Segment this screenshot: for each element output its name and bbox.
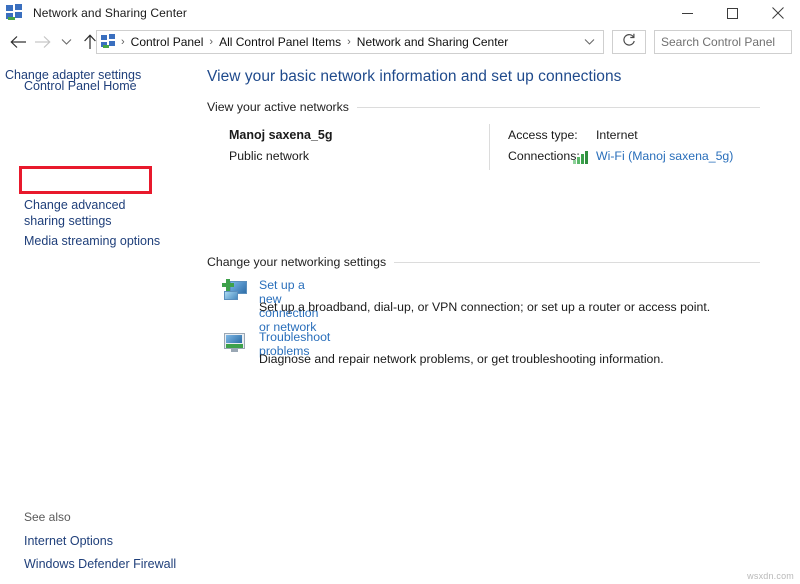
network-divider xyxy=(489,124,490,170)
back-arrow-icon[interactable] xyxy=(6,28,30,56)
refresh-icon xyxy=(622,33,636,52)
section-rule xyxy=(356,106,760,108)
troubleshoot-problems-description: Diagnose and repair network problems, or… xyxy=(259,352,664,366)
connections-label: Connections: xyxy=(508,149,580,163)
section-rule xyxy=(394,261,760,263)
breadcrumb-separator: › xyxy=(347,36,351,48)
breadcrumb-separator: › xyxy=(121,36,125,48)
window-title: Network and Sharing Center xyxy=(33,6,188,20)
set-up-new-connection-description: Set up a broadband, dial-up, or VPN conn… xyxy=(259,300,711,314)
connections-link[interactable]: Wi-Fi (Manoj saxena_5g) xyxy=(596,149,733,163)
watermark: wsxdn.com xyxy=(747,571,794,581)
address-bar-network-icon xyxy=(101,34,117,50)
access-type-value: Internet xyxy=(596,128,638,142)
sidebar-item-windows-defender-firewall[interactable]: Windows Defender Firewall xyxy=(0,556,176,572)
wifi-signal-icon xyxy=(573,151,590,164)
sidebar-item-internet-options[interactable]: Internet Options xyxy=(0,533,113,549)
troubleshoot-icon xyxy=(222,330,248,356)
sidebar-item-change-adapter-settings[interactable]: Change adapter settings xyxy=(2,67,141,83)
breadcrumb-separator: › xyxy=(209,36,214,48)
new-connection-icon xyxy=(222,278,248,304)
change-adapter-settings-highlight xyxy=(19,166,152,194)
access-type-label: Access type: xyxy=(508,128,578,142)
breadcrumb-all-control-panel-items[interactable]: All Control Panel Items xyxy=(217,35,343,49)
title-bar: Network and Sharing Center xyxy=(0,0,800,26)
sidebar: Control Panel Home Change adapter settin… xyxy=(0,62,196,584)
task-set-up-new-connection[interactable]: Set up a new connection or network Set u… xyxy=(207,276,710,334)
task-troubleshoot-problems[interactable]: Troubleshoot problems Diagnose and repai… xyxy=(207,328,664,366)
search-input[interactable] xyxy=(655,35,800,49)
window-controls xyxy=(665,0,800,26)
networking-settings-heading: Change your networking settings xyxy=(207,255,760,269)
recent-locations-chevron-down-icon[interactable] xyxy=(54,28,78,56)
refresh-button[interactable] xyxy=(612,30,646,54)
network-sharing-icon xyxy=(6,4,24,22)
active-networks-heading-label: View your active networks xyxy=(207,100,349,114)
search-box[interactable] xyxy=(654,30,800,54)
active-networks-heading: View your active networks xyxy=(207,100,760,114)
address-bar-chevron-down-icon[interactable] xyxy=(584,33,595,51)
breadcrumb-network-and-sharing-center[interactable]: Network and Sharing Center xyxy=(355,35,510,49)
minimize-button[interactable] xyxy=(665,0,710,26)
forward-arrow-icon[interactable] xyxy=(30,28,54,56)
network-name: Manoj saxena_5g xyxy=(229,128,333,142)
maximize-button[interactable] xyxy=(710,0,755,26)
active-network-entry: Manoj saxena_5g Public network Access ty… xyxy=(207,120,760,174)
network-type: Public network xyxy=(229,149,309,163)
close-button[interactable] xyxy=(755,0,800,26)
sidebar-item-media-streaming-options[interactable]: Media streaming options xyxy=(0,233,160,249)
main-content: View your basic network information and … xyxy=(196,58,800,584)
networking-settings-heading-label: Change your networking settings xyxy=(207,255,387,269)
address-bar[interactable]: › Control Panel › All Control Panel Item… xyxy=(96,30,604,54)
page-title: View your basic network information and … xyxy=(207,68,622,85)
see-also-heading: See also xyxy=(24,510,71,524)
breadcrumb-control-panel[interactable]: Control Panel xyxy=(129,35,206,49)
sidebar-item-change-advanced-sharing-settings[interactable]: Change advanced sharing settings xyxy=(0,197,150,229)
network-sharing-center-window: Network and Sharing Center › Control Pan… xyxy=(0,0,800,584)
